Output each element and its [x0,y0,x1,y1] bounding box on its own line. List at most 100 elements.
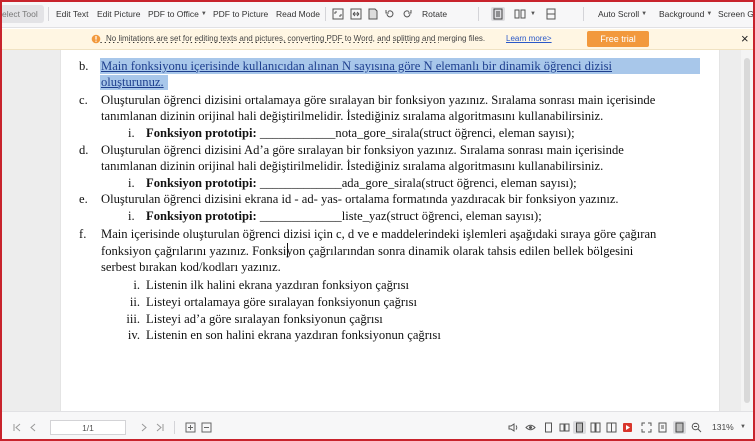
list-item: Listeyi ad’a göre sıralayan fonksiyonun … [146,312,383,326]
item-f-line: fonksiyon çağrılarını yazınız. Fonksiyon… [101,244,634,258]
item-c-label: c. [79,93,88,107]
background-label: Background [659,9,705,19]
item-e-label: e. [79,192,88,206]
edit-text-label: Edit Text [56,9,89,19]
chevron-down-icon: ▼ [706,11,713,17]
item-b-line[interactable]: Main fonksiyonu içerisinde kullanıcıdan … [101,58,699,74]
item-c-prototype: Fonksiyon prototipi: ____________nota_go… [146,125,575,141]
two-page-icon[interactable] [514,8,526,20]
edit-picture-label: Edit Picture [97,9,141,19]
list-item-label: i. [133,278,140,292]
screen-grab-label: Screen Gr [718,9,755,19]
edit-picture-button[interactable]: Edit Picture [97,0,140,28]
edit-text-button[interactable]: Edit Text [56,0,88,28]
scrollbar-thumb[interactable] [744,58,750,403]
read-mode-label: Read Mode [276,9,320,19]
item-e-sub-label: i. [128,209,135,223]
page-number-value: 1/1 [82,422,94,433]
select-tool-button[interactable]: elect Tool [0,5,44,23]
learn-more-link[interactable]: Learn more> [506,34,552,43]
extract-page-icon[interactable] [201,422,212,433]
item-e-line: Oluşturulan öğrenci dizisini ekrana id -… [101,192,619,206]
item-f-label: f. [79,227,87,241]
list-item-label: ii. [129,295,140,309]
chevron-down-icon: ▼ [641,11,648,17]
cover-view-icon[interactable] [606,422,617,433]
screen-grab-button[interactable]: Screen Gr [718,0,755,28]
status-divider [174,421,175,434]
page-number-input[interactable]: 1/1 [50,420,126,435]
last-page-icon[interactable] [154,422,165,433]
item-b-line[interactable]: oluşturunuz. [101,74,164,90]
item-f-line: Main içerisinde oluşturulan öğrenci dizi… [101,227,657,241]
read-aloud-icon[interactable] [508,422,519,433]
item-e-prototype: Fonksiyon prototipi: _____________liste_… [146,208,542,224]
select-tool-label: elect Tool [2,9,38,19]
chevron-down-icon: ▼ [200,11,207,17]
clipped-text-line: …… ………… …… …… ……… …… ……… …… … …… ………… ……… [99,42,439,48]
toolbar-divider [478,7,479,21]
fit-to-page-icon[interactable] [657,422,668,433]
single-page-view-icon[interactable] [543,422,554,433]
fit-page-icon[interactable] [332,8,344,20]
auto-scroll-button[interactable]: Auto Scroll ▼ [598,0,647,28]
pdf-to-picture-label: PDF to Picture [213,9,269,19]
pdf-to-picture-button[interactable]: PDF to Picture [213,0,268,28]
zoom-level[interactable]: 131% [712,422,734,432]
prototype-heading: Fonksiyon prototipi: [146,209,257,223]
free-trial-button[interactable]: Free trial [587,31,649,47]
list-item: Listenin en son halini ekrana yazdıran f… [146,328,441,342]
rotate-button[interactable]: Rotate [422,0,447,28]
status-bar: 1/1 131% ▼ [0,411,755,441]
item-f-line: serbest bırakan kod/kodları yazınız. [101,260,281,274]
rotate-right-icon[interactable] [401,8,413,20]
item-d-sub-label: i. [128,176,135,190]
toolbar-divider [48,7,49,21]
chevron-down-icon[interactable]: ▼ [740,424,746,430]
read-mode-button[interactable]: Read Mode [276,0,320,28]
item-c-line: Oluşturulan öğrenci dizisini ortalamaya … [101,93,656,107]
single-page-icon[interactable] [491,7,505,21]
prototype-text: ____________nota_gore_sirala(struct öğre… [256,126,575,140]
pdf-to-office-label: PDF to Office [148,9,199,19]
prototype-text: _____________ada_gore_sirala(struct öğre… [256,176,577,190]
rotate-label: Rotate [422,9,448,19]
two-page-view-icon[interactable] [559,422,570,433]
item-d-label: d. [79,143,89,157]
item-d-line: Oluşturulan öğrenci dizisini Ad’a göre s… [101,143,624,157]
close-icon[interactable]: × [741,32,749,46]
auto-scroll-label: Auto Scroll [598,9,640,19]
rotate-left-icon[interactable] [384,8,396,20]
text-cursor [287,243,288,257]
chevron-down-icon[interactable]: ▼ [530,11,536,17]
two-page-continuous-icon[interactable] [590,422,601,433]
next-page-icon[interactable] [138,422,149,433]
eye-care-icon[interactable] [525,422,536,433]
list-item-label: iii. [126,312,140,326]
zoom-out-icon[interactable] [691,422,702,433]
actual-size-icon[interactable] [367,8,379,20]
continuous-page-icon[interactable] [545,8,557,20]
fit-width-view-icon[interactable] [673,421,686,434]
toolbar-divider [583,7,584,21]
insert-page-icon[interactable] [185,422,196,433]
prototype-heading: Fonksiyon prototipi: [146,126,257,140]
full-screen-icon[interactable] [641,422,652,433]
continuous-view-icon[interactable] [573,421,586,434]
pdf-to-office-button[interactable]: PDF to Office ▼ [148,0,207,28]
background-button[interactable]: Background ▼ [659,0,712,28]
item-c-sub-label: i. [128,126,135,140]
list-item: Listenin ilk halini ekrana yazdıran fonk… [146,278,409,292]
vertical-scrollbar[interactable] [741,50,753,411]
main-toolbar: elect Tool Edit Text Edit Picture PDF to… [0,0,755,28]
prototype-text: _____________liste_yaz(struct öğrenci, e… [256,209,542,223]
item-d-line: tanımlanan dizinin orijinal hali değişti… [101,159,604,173]
slideshow-icon[interactable] [622,422,633,433]
first-page-icon[interactable] [12,422,23,433]
prototype-heading: Fonksiyon prototipi: [146,176,257,190]
toolbar-divider [325,7,326,21]
fit-width-icon[interactable] [350,8,362,20]
item-c-line: tanımlanan dizinin orijinal hali değişti… [101,109,604,123]
list-item: Listeyi ortalamaya göre sıralayan fonksi… [146,295,418,309]
previous-page-icon[interactable] [28,422,39,433]
